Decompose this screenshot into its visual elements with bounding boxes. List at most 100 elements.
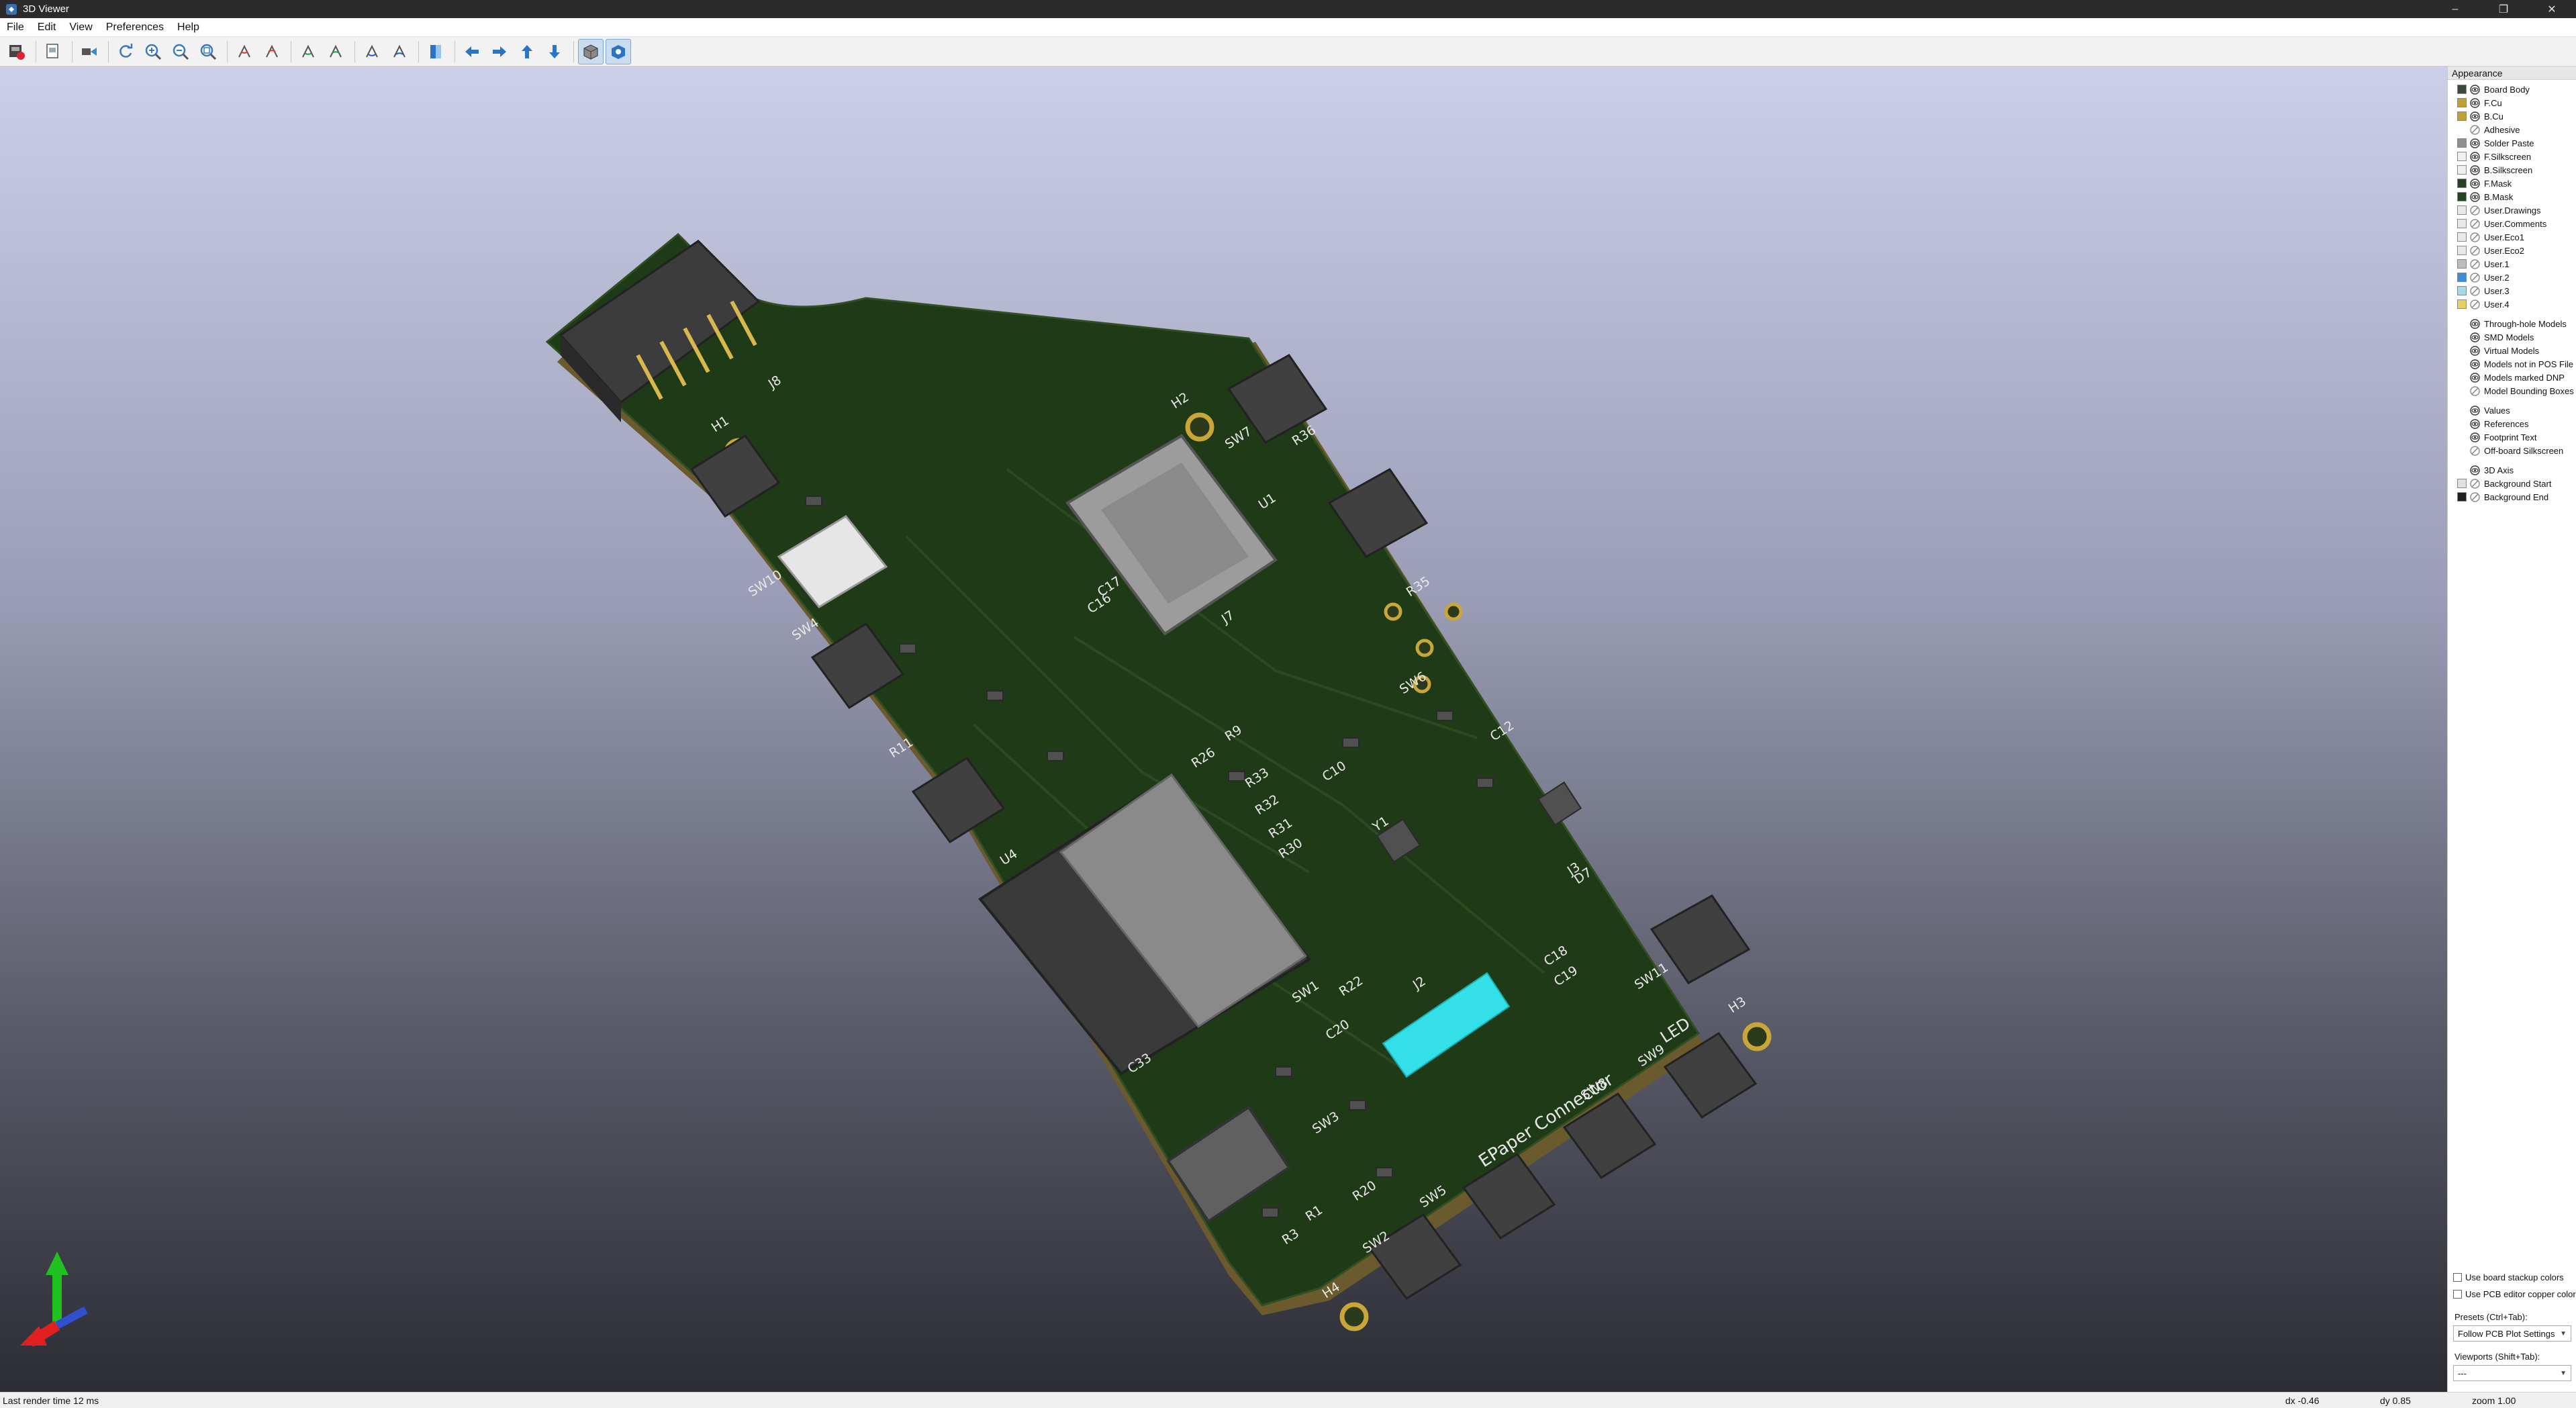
- eye-hidden-icon[interactable]: [2470, 478, 2480, 489]
- layer-row-footprint-text[interactable]: Footprint Text: [2448, 430, 2576, 444]
- layer-row-f-silkscreen[interactable]: F.Silkscreen: [2448, 150, 2576, 163]
- layer-row-user-1[interactable]: User.1: [2448, 257, 2576, 271]
- eye-icon[interactable]: [2470, 97, 2480, 108]
- layer-row-solder-paste[interactable]: Solder Paste: [2448, 136, 2576, 150]
- zoom-out-button[interactable]: [168, 39, 193, 64]
- menu-file[interactable]: File: [0, 18, 31, 37]
- layers-visibility-toggle[interactable]: [606, 38, 631, 64]
- eye-icon[interactable]: [2470, 191, 2480, 202]
- zoom-fit-button[interactable]: [195, 39, 221, 64]
- color-swatch[interactable]: [2457, 219, 2467, 228]
- use-stackup-colors-row[interactable]: Use board stackup colors: [2453, 1270, 2564, 1284]
- eye-icon[interactable]: [2470, 432, 2480, 442]
- use-stackup-colors-checkbox[interactable]: [2453, 1272, 2462, 1282]
- layer-row-virtual-models[interactable]: Virtual Models: [2448, 344, 2576, 357]
- rotate-z-ccw-button[interactable]: [387, 39, 412, 64]
- layer-row-b-cu[interactable]: B.Cu: [2448, 109, 2576, 123]
- color-swatch[interactable]: [2457, 205, 2467, 215]
- eye-icon[interactable]: [2470, 359, 2480, 369]
- zoom-in-button[interactable]: [140, 39, 166, 64]
- rotate-y-cw-button[interactable]: [295, 39, 321, 64]
- color-swatch[interactable]: [2457, 479, 2467, 488]
- layer-row-f-mask[interactable]: F.Mask: [2448, 177, 2576, 190]
- color-swatch[interactable]: [2457, 138, 2467, 148]
- color-swatch[interactable]: [2457, 165, 2467, 175]
- color-swatch[interactable]: [2457, 299, 2467, 309]
- eye-icon[interactable]: [2470, 405, 2480, 416]
- eye-hidden-icon[interactable]: [2470, 491, 2480, 502]
- flip-board-button[interactable]: [423, 39, 448, 64]
- eye-hidden-icon[interactable]: [2470, 299, 2480, 310]
- eye-icon[interactable]: [2470, 111, 2480, 122]
- eye-hidden-icon[interactable]: [2470, 385, 2480, 396]
- color-swatch[interactable]: [2457, 98, 2467, 107]
- layer-row-user-comments[interactable]: User.Comments: [2448, 217, 2576, 230]
- menu-view[interactable]: View: [62, 18, 99, 37]
- eye-icon[interactable]: [2470, 418, 2480, 429]
- color-swatch[interactable]: [2457, 111, 2467, 121]
- layer-row-user-eco2[interactable]: User.Eco2: [2448, 244, 2576, 257]
- color-swatch[interactable]: [2457, 152, 2467, 161]
- layer-row-references[interactable]: References: [2448, 417, 2576, 430]
- close-button[interactable]: ✕: [2528, 0, 2576, 18]
- layer-row-board-body[interactable]: Board Body: [2448, 83, 2576, 96]
- color-swatch[interactable]: [2457, 192, 2467, 201]
- rotate-x-cw-button[interactable]: [232, 39, 257, 64]
- layer-row-background-start[interactable]: Background Start: [2448, 477, 2576, 490]
- eye-hidden-icon[interactable]: [2470, 124, 2480, 135]
- layer-row-b-silkscreen[interactable]: B.Silkscreen: [2448, 163, 2576, 177]
- eye-hidden-icon[interactable]: [2470, 232, 2480, 242]
- layer-row-user-2[interactable]: User.2: [2448, 271, 2576, 284]
- layer-row-smd-models[interactable]: SMD Models: [2448, 330, 2576, 344]
- layer-row-user-eco1[interactable]: User.Eco1: [2448, 230, 2576, 244]
- rotate-y-ccw-button[interactable]: [323, 39, 348, 64]
- viewports-dropdown[interactable]: --- ▼: [2453, 1365, 2571, 1381]
- eye-icon[interactable]: [2470, 138, 2480, 148]
- copy-image-button[interactable]: [40, 39, 66, 64]
- presets-dropdown[interactable]: Follow PCB Plot Settings ▼: [2453, 1325, 2571, 1342]
- layer-row-models-not-in-pos-file[interactable]: Models not in POS File: [2448, 357, 2576, 371]
- rotate-z-cw-button[interactable]: [359, 39, 385, 64]
- layer-row-f-cu[interactable]: F.Cu: [2448, 96, 2576, 109]
- 3d-viewport[interactable]: EPaper Connector LED H1 H2 H3 H4 J7 J8 U…: [0, 66, 2447, 1392]
- layer-row-user-4[interactable]: User.4: [2448, 297, 2576, 311]
- color-swatch[interactable]: [2457, 232, 2467, 242]
- eye-hidden-icon[interactable]: [2470, 259, 2480, 269]
- move-down-button[interactable]: [542, 39, 567, 64]
- layer-row-models-marked-dnp[interactable]: Models marked DNP: [2448, 371, 2576, 384]
- menu-preferences[interactable]: Preferences: [99, 18, 171, 37]
- color-swatch[interactable]: [2457, 273, 2467, 282]
- eye-hidden-icon[interactable]: [2470, 285, 2480, 296]
- layer-row-through-hole-models[interactable]: Through-hole Models: [2448, 317, 2576, 330]
- layer-row-off-board-silkscreen[interactable]: Off-board Silkscreen: [2448, 444, 2576, 457]
- move-right-button[interactable]: [487, 39, 512, 64]
- eye-icon[interactable]: [2470, 178, 2480, 189]
- eye-hidden-icon[interactable]: [2470, 245, 2480, 256]
- move-left-button[interactable]: [459, 39, 485, 64]
- use-pcb-copper-colors-checkbox[interactable]: [2453, 1289, 2462, 1299]
- eye-icon[interactable]: [2470, 151, 2480, 162]
- render-raytrace-button[interactable]: [4, 39, 30, 64]
- color-swatch[interactable]: [2457, 259, 2467, 269]
- layer-row-adhesive[interactable]: Adhesive: [2448, 123, 2576, 136]
- eye-icon[interactable]: [2470, 372, 2480, 383]
- layer-row-background-end[interactable]: Background End: [2448, 490, 2576, 504]
- eye-hidden-icon[interactable]: [2470, 445, 2480, 456]
- eye-icon[interactable]: [2470, 165, 2480, 175]
- menu-edit[interactable]: Edit: [31, 18, 63, 37]
- menu-help[interactable]: Help: [171, 18, 206, 37]
- eye-icon[interactable]: [2470, 318, 2480, 329]
- layer-row-user-3[interactable]: User.3: [2448, 284, 2576, 297]
- eye-icon[interactable]: [2470, 345, 2480, 356]
- color-swatch[interactable]: [2457, 246, 2467, 255]
- refresh-button[interactable]: [113, 39, 138, 64]
- eye-hidden-icon[interactable]: [2470, 218, 2480, 229]
- layer-row-values[interactable]: Values: [2448, 404, 2576, 417]
- eye-icon[interactable]: [2470, 465, 2480, 475]
- restore-button[interactable]: ❐: [2479, 0, 2528, 18]
- rotate-x-ccw-button[interactable]: [259, 39, 285, 64]
- eye-icon[interactable]: [2470, 84, 2480, 95]
- color-swatch[interactable]: [2457, 492, 2467, 502]
- minimize-button[interactable]: –: [2431, 0, 2479, 18]
- use-pcb-copper-colors-row[interactable]: Use PCB editor copper colors: [2453, 1287, 2576, 1301]
